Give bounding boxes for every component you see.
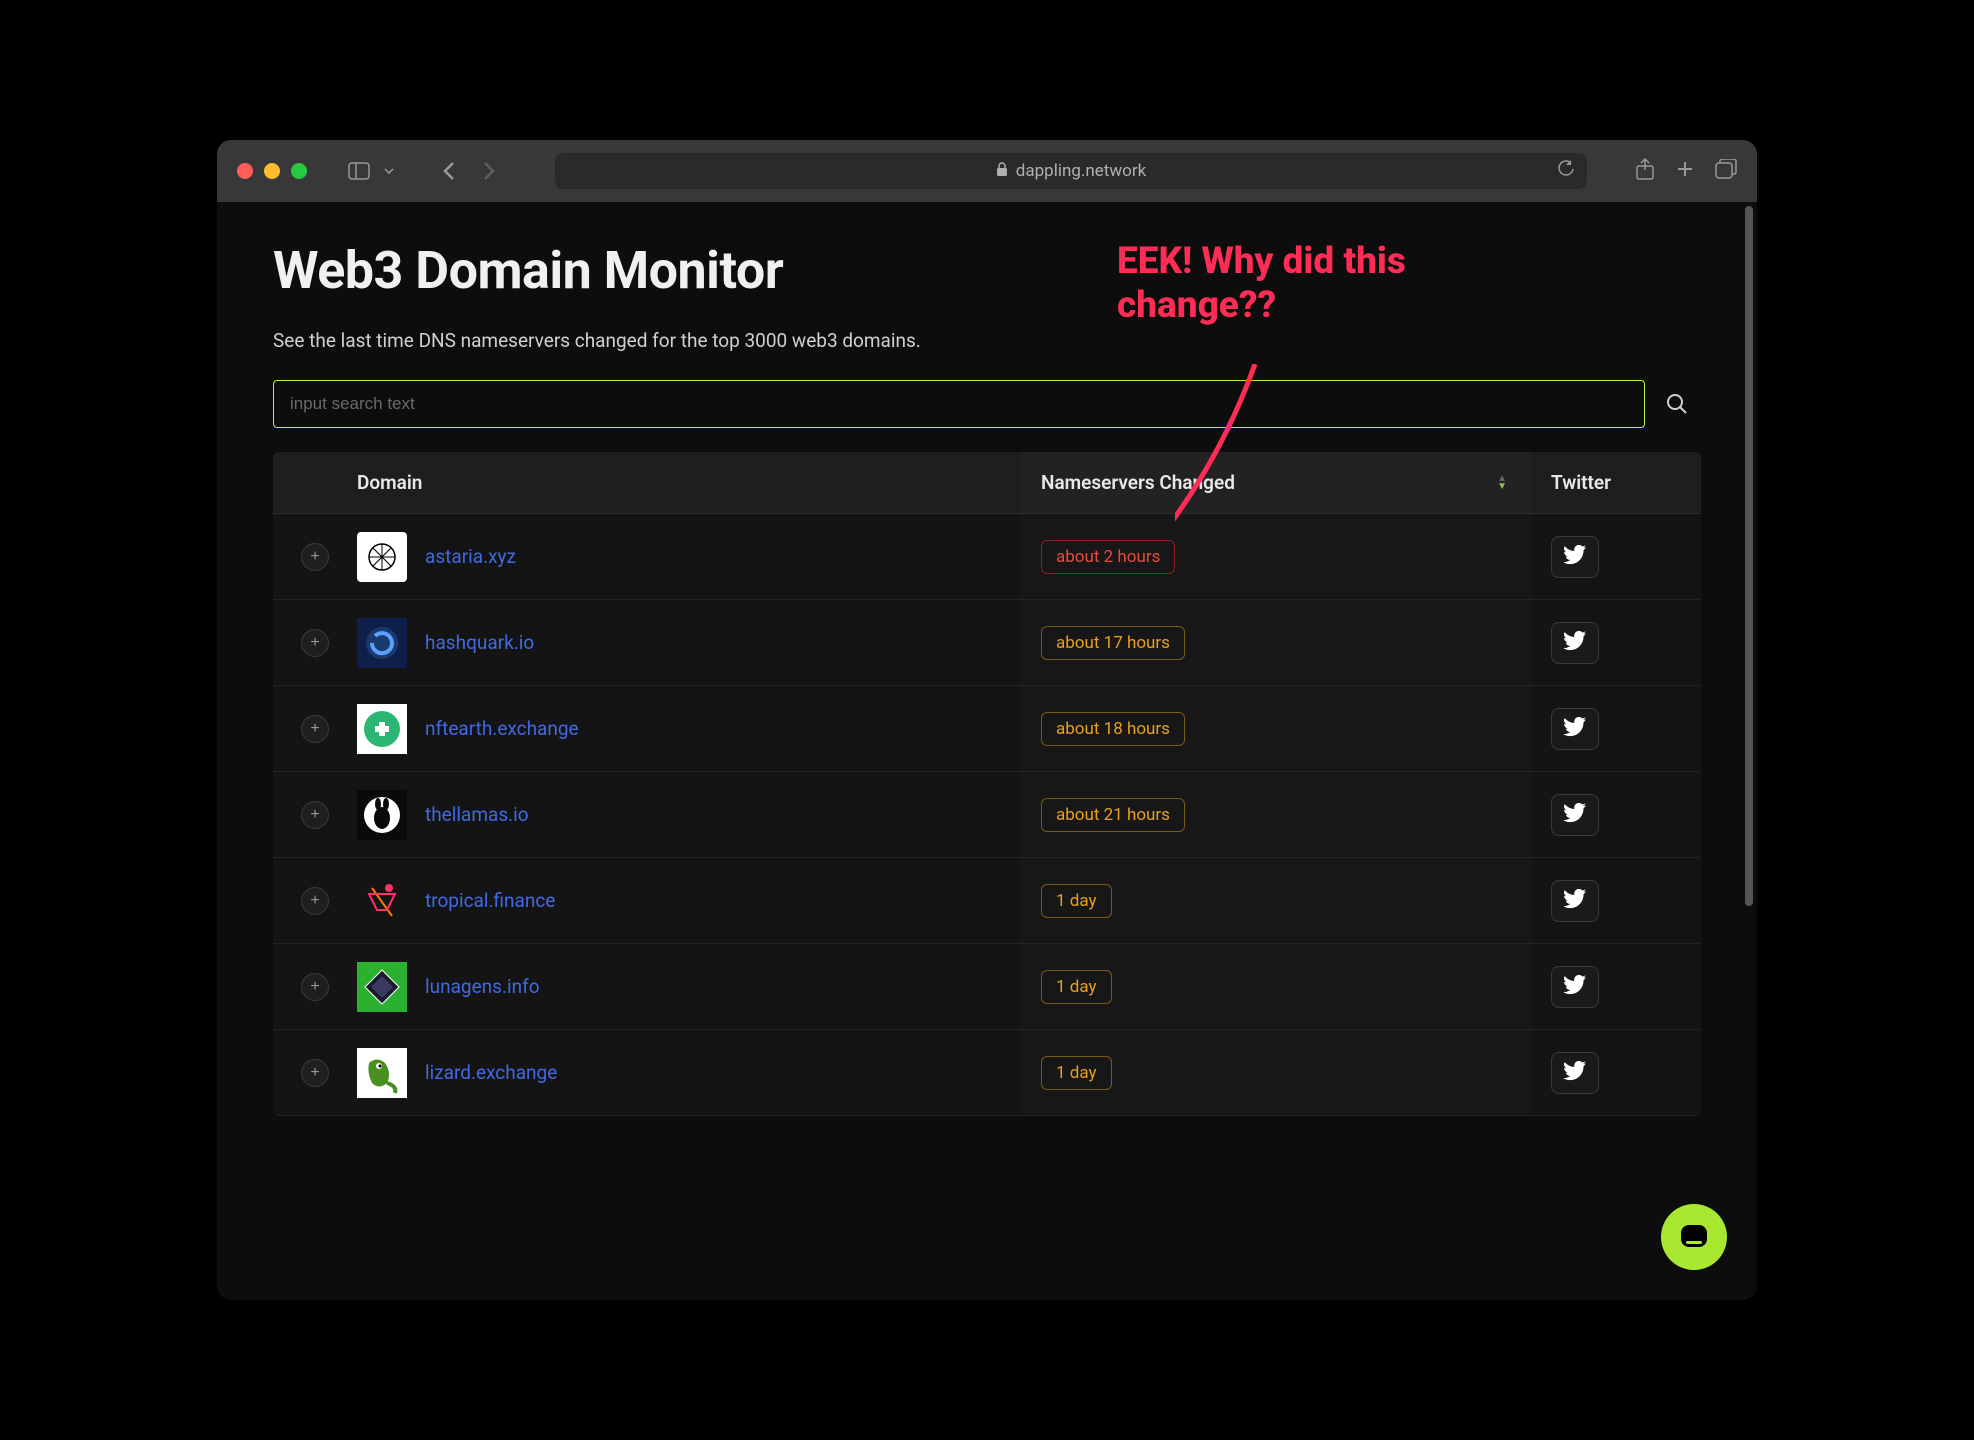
twitter-icon [1563,975,1587,998]
annotation-arrow-icon [1175,364,1355,634]
table-row: + thellamas.io about 21 hours [273,772,1701,858]
page-subtitle: See the last time DNS nameservers change… [273,329,1701,352]
chevron-down-icon[interactable] [381,156,397,186]
twitter-icon [1563,889,1587,912]
twitter-button[interactable] [1551,966,1599,1008]
expand-button[interactable]: + [301,543,329,571]
page-content: Web3 Domain Monitor See the last time DN… [217,202,1757,1154]
search-row [273,380,1701,428]
new-tab-icon[interactable] [1675,159,1695,183]
time-badge: 1 day [1041,970,1112,1004]
time-badge: 1 day [1041,1056,1112,1090]
header-domain[interactable]: Domain [357,471,1021,494]
twitter-button[interactable] [1551,622,1599,664]
domain-link[interactable]: nftearth.exchange [425,717,579,740]
domain-link[interactable]: tropical.finance [425,889,555,912]
search-input[interactable] [273,380,1645,428]
table-header: Domain Nameservers Changed ▲▼ Twitter [273,452,1701,514]
browser-window: dappling.network Web3 Domain Monitor See… [217,140,1757,1300]
domain-icon [357,532,407,582]
expand-button[interactable]: + [301,715,329,743]
twitter-icon [1563,545,1587,568]
expand-button[interactable]: + [301,1059,329,1087]
sort-icon: ▲▼ [1497,475,1507,491]
expand-button[interactable]: + [301,801,329,829]
time-badge: about 17 hours [1041,626,1185,660]
domain-link[interactable]: lizard.exchange [425,1061,557,1084]
annotation: EEK! Why did this change?? [1117,240,1517,329]
right-tools [1635,158,1737,184]
expand-button[interactable]: + [301,629,329,657]
twitter-icon [1563,803,1587,826]
table-row: + lizard.exchange 1 day [273,1030,1701,1116]
nav-group [431,156,507,186]
table-row: + astaria.xyz about 2 hours [273,514,1701,600]
domain-table: Domain Nameservers Changed ▲▼ Twitter + … [273,452,1701,1116]
twitter-icon [1563,1061,1587,1084]
domain-link[interactable]: lunagens.info [425,975,540,998]
table-body: + astaria.xyz about 2 hours + hashquark.… [273,514,1701,1116]
twitter-button[interactable] [1551,880,1599,922]
twitter-button[interactable] [1551,536,1599,578]
twitter-icon [1563,631,1587,654]
table-row: + tropical.finance 1 day [273,858,1701,944]
sidebar-toggle-group [341,156,397,186]
domain-icon [357,876,407,926]
chat-widget-button[interactable] [1661,1204,1727,1270]
traffic-lights [237,163,307,179]
tabs-overview-icon[interactable] [1715,159,1737,183]
url-bar[interactable]: dappling.network [555,153,1587,189]
domain-icon [357,962,407,1012]
domain-link[interactable]: hashquark.io [425,631,534,654]
time-badge: about 18 hours [1041,712,1185,746]
chat-icon [1677,1220,1711,1254]
table-row: + nftearth.exchange about 18 hours [273,686,1701,772]
minimize-window-button[interactable] [264,163,280,179]
domain-icon [357,704,407,754]
twitter-button[interactable] [1551,708,1599,750]
domain-icon [357,618,407,668]
search-button[interactable] [1653,380,1701,428]
share-icon[interactable] [1635,158,1655,184]
domain-icon [357,1048,407,1098]
maximize-window-button[interactable] [291,163,307,179]
twitter-icon [1563,717,1587,740]
close-window-button[interactable] [237,163,253,179]
search-icon [1666,393,1688,415]
table-row: + lunagens.info 1 day [273,944,1701,1030]
domain-link[interactable]: thellamas.io [425,803,529,826]
twitter-button[interactable] [1551,794,1599,836]
expand-button[interactable]: + [301,887,329,915]
sidebar-toggle-icon[interactable] [341,156,377,186]
time-badge: 1 day [1041,884,1112,918]
back-button[interactable] [431,156,467,186]
twitter-button[interactable] [1551,1052,1599,1094]
domain-icon [357,790,407,840]
expand-button[interactable]: + [301,973,329,1001]
annotation-text: EEK! Why did this change?? [1117,240,1517,329]
lock-icon [996,161,1008,181]
titlebar: dappling.network [217,140,1757,202]
forward-button[interactable] [471,156,507,186]
refresh-icon[interactable] [1557,160,1575,183]
time-badge: about 21 hours [1041,798,1185,832]
domain-link[interactable]: astaria.xyz [425,545,516,568]
time-badge: about 2 hours [1041,540,1175,574]
url-text: dappling.network [1016,161,1146,181]
header-twitter[interactable]: Twitter [1531,471,1701,494]
table-row: + hashquark.io about 17 hours [273,600,1701,686]
